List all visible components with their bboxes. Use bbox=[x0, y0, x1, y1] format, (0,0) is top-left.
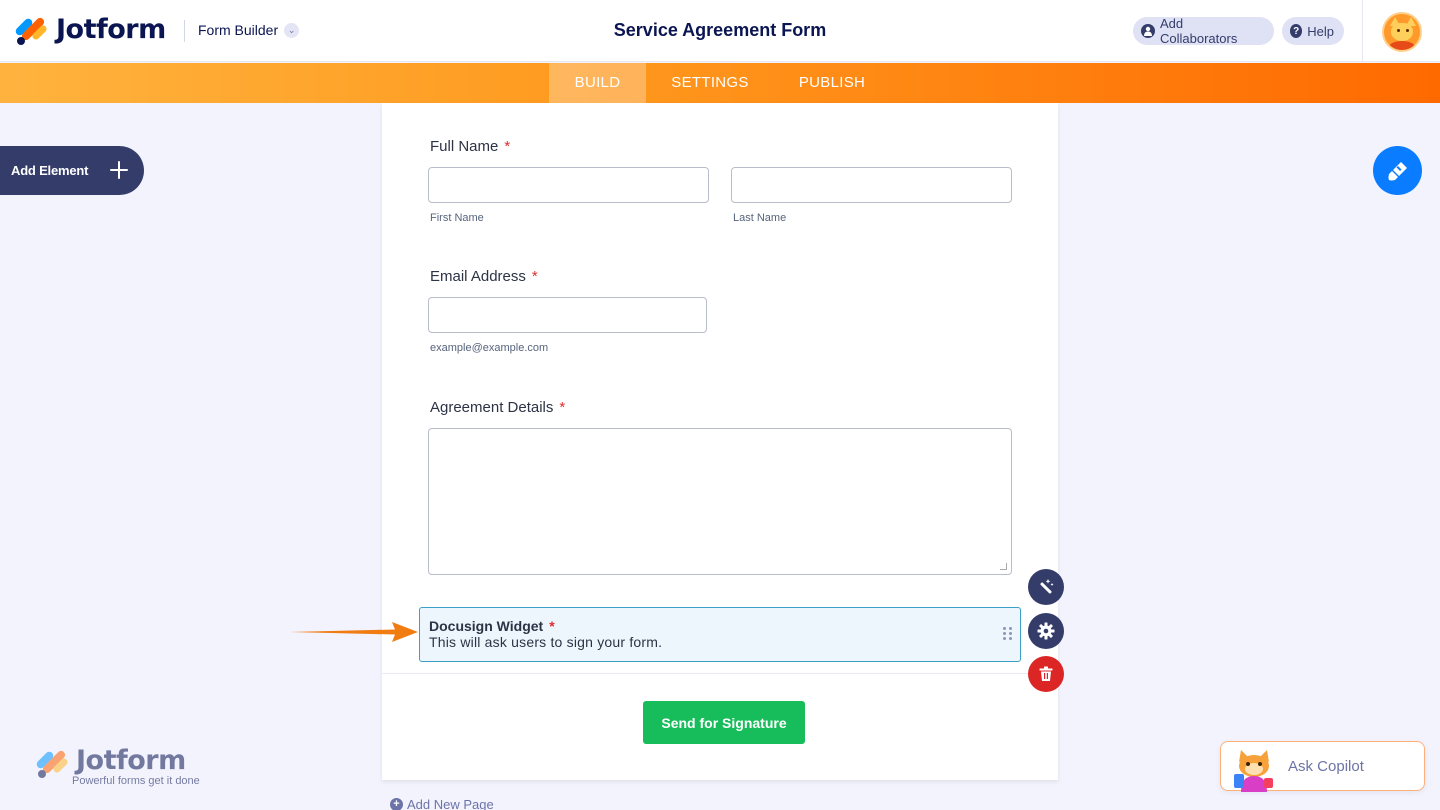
gear-icon bbox=[1037, 622, 1055, 640]
agreement-details-textarea[interactable] bbox=[428, 428, 1012, 575]
branding-name: Jotform bbox=[76, 745, 186, 776]
email-sublabel: example@example.com bbox=[430, 342, 549, 354]
email-input[interactable] bbox=[428, 297, 707, 333]
first-name-sublabel: First Name bbox=[430, 212, 484, 224]
avatar[interactable] bbox=[1382, 12, 1422, 52]
docusign-title-text: Docusign Widget bbox=[429, 618, 544, 634]
logo-icon bbox=[14, 15, 48, 47]
tab-settings[interactable]: SETTINGS bbox=[646, 63, 774, 103]
add-new-page-label: Add New Page bbox=[407, 797, 494, 810]
branding-logo-icon bbox=[35, 748, 69, 780]
jotform-logo[interactable]: Jotform bbox=[14, 14, 166, 47]
full-name-label[interactable]: Full Name * bbox=[430, 138, 510, 155]
branding-tagline: Powerful forms get it done bbox=[72, 775, 200, 787]
form-builder-dropdown[interactable]: Form Builder ⌄ bbox=[198, 22, 300, 38]
delete-field-button[interactable] bbox=[1028, 656, 1064, 692]
required-asterisk: * bbox=[504, 138, 511, 155]
header-divider bbox=[184, 20, 185, 42]
required-asterisk: * bbox=[559, 399, 566, 416]
agreement-details-label-text: Agreement Details bbox=[430, 399, 554, 416]
add-page-icon: + bbox=[390, 798, 403, 810]
form-divider bbox=[382, 673, 1058, 674]
paint-brush-icon bbox=[1388, 161, 1407, 180]
ask-copilot-button[interactable]: Ask Copilot bbox=[1220, 741, 1425, 792]
full-name-label-text: Full Name bbox=[430, 138, 499, 155]
tab-build[interactable]: BUILD bbox=[549, 63, 646, 103]
magic-wand-icon bbox=[1040, 579, 1054, 594]
last-name-sublabel: Last Name bbox=[733, 212, 787, 224]
drag-handle-icon[interactable] bbox=[1003, 627, 1013, 641]
logo-text: Jotform bbox=[56, 14, 166, 45]
form-card: Full Name * First Name Last Name Email Ad… bbox=[382, 103, 1058, 780]
agreement-details-label[interactable]: Agreement Details * bbox=[430, 399, 565, 416]
form-designer-button[interactable] bbox=[1373, 146, 1422, 195]
builder-nav-bar: BUILD SETTINGS PUBLISH bbox=[0, 63, 1440, 103]
add-new-page-button[interactable]: + Add New Page bbox=[390, 797, 494, 810]
add-element-button[interactable]: Add Element bbox=[0, 146, 144, 195]
resize-handle-icon[interactable] bbox=[1000, 563, 1007, 570]
magic-wand-button[interactable] bbox=[1028, 569, 1064, 605]
user-icon bbox=[1141, 24, 1155, 38]
field-settings-button[interactable] bbox=[1028, 613, 1064, 649]
top-header: Jotform Form Builder ⌄ Service Agreement… bbox=[0, 0, 1440, 62]
help-label: Help bbox=[1307, 23, 1334, 39]
required-asterisk: * bbox=[549, 618, 555, 634]
docusign-widget-description: This will ask users to sign your form. bbox=[429, 634, 663, 650]
first-name-input[interactable] bbox=[428, 167, 709, 203]
docusign-widget[interactable]: Docusign Widget * This will ask users to … bbox=[419, 607, 1021, 662]
email-label-text: Email Address bbox=[430, 268, 526, 285]
add-element-label: Add Element bbox=[11, 163, 89, 178]
header-divider-right bbox=[1362, 0, 1363, 62]
form-builder-label: Form Builder bbox=[198, 22, 279, 38]
arrow-icon bbox=[290, 622, 418, 642]
help-button[interactable]: ? Help bbox=[1282, 17, 1344, 45]
plus-icon bbox=[108, 159, 130, 181]
last-name-input[interactable] bbox=[731, 167, 1012, 203]
trash-icon bbox=[1039, 666, 1053, 681]
ask-copilot-label: Ask Copilot bbox=[1288, 758, 1364, 775]
tab-publish[interactable]: PUBLISH bbox=[774, 63, 890, 103]
chevron-down-icon: ⌄ bbox=[284, 22, 300, 38]
add-collaborators-button[interactable]: Add Collaborators bbox=[1133, 16, 1274, 46]
send-for-signature-button[interactable]: Send for Signature bbox=[643, 701, 805, 744]
docusign-widget-title: Docusign Widget * bbox=[429, 618, 555, 634]
email-label[interactable]: Email Address * bbox=[430, 268, 538, 285]
copilot-cat-icon bbox=[1234, 750, 1273, 792]
required-asterisk: * bbox=[531, 268, 538, 285]
add-collaborators-label: Add Collaborators bbox=[1160, 16, 1238, 46]
help-icon: ? bbox=[1290, 24, 1303, 38]
